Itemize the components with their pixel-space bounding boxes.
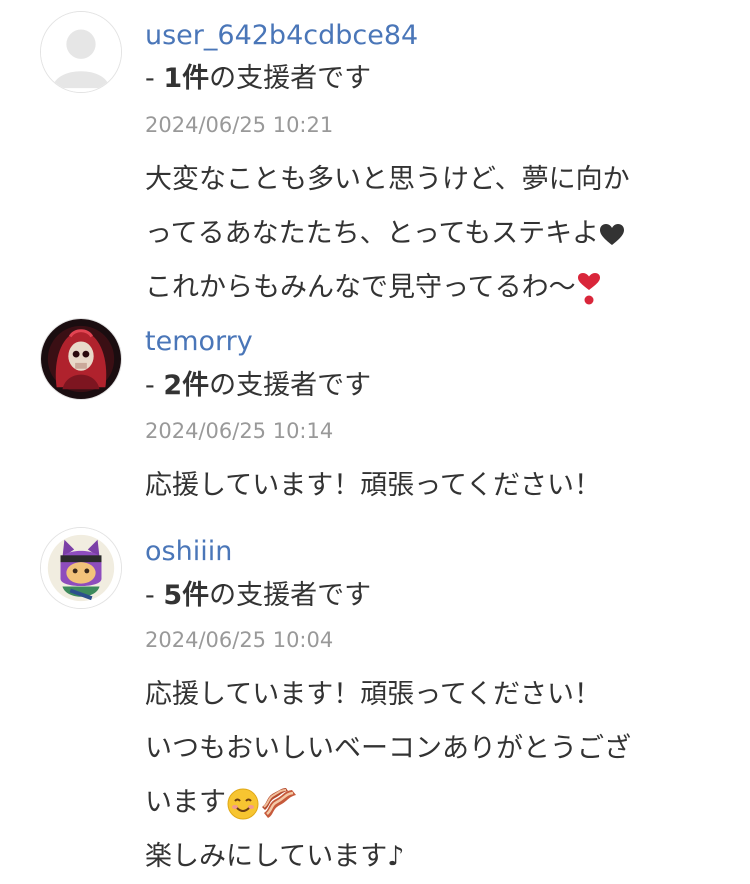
comment-line-text: これからもみんなで見守ってるわ〜	[145, 272, 576, 303]
comment-line: 応援しています！頑張ってください！	[145, 679, 602, 710]
supporter-prefix: -	[145, 63, 164, 94]
comment-body: 応援しています！頑張ってください！ いつもおいしいベーコンありがとうござ います…	[145, 668, 631, 884]
smiling-face-icon	[227, 788, 259, 819]
exclamation-heart-icon	[577, 272, 600, 304]
supporter-prefix: -	[145, 580, 164, 611]
username-link[interactable]: user_642b4cdbce84	[145, 22, 418, 49]
comment-line: 楽しみにしています♪	[145, 841, 405, 872]
supporter-count: 2件	[163, 370, 210, 401]
supporter-suffix: の支援者です	[209, 370, 372, 401]
comment-date: 2024/06/25 10:21	[145, 113, 334, 137]
comment-line: これからもみんなで見守ってるわ〜	[145, 261, 630, 315]
username-link[interactable]: temorry	[145, 328, 253, 355]
default-user-icon	[41, 12, 121, 92]
supporter-count: 1件	[163, 63, 210, 94]
skull-hood-avatar	[41, 319, 121, 399]
comment-line: 応援しています！頑張ってください！	[145, 470, 602, 501]
supporter-suffix: の支援者です	[209, 63, 372, 94]
avatar[interactable]	[40, 318, 122, 400]
ninja-cat-avatar	[41, 528, 121, 608]
supporter-info: - 5件の支援者です	[145, 582, 371, 609]
bacon-icon	[262, 787, 296, 818]
username-link[interactable]: oshiiin	[145, 538, 232, 565]
comment-line-text: います	[145, 787, 226, 818]
comment-line-text: ってるあなたたち、とってもステキよ	[145, 218, 600, 249]
supporter-info: - 2件の支援者です	[145, 372, 371, 399]
supporter-info: - 1件の支援者です	[145, 65, 371, 92]
comment-line: いつもおいしいベーコンありがとうござ	[145, 733, 631, 764]
comment-line: ってるあなたたち、とってもステキよ	[145, 207, 630, 261]
comment-body: 大変なことも多いと思うけど、夢に向か ってるあなたたち、とってもステキよ これか…	[145, 153, 630, 315]
heart-icon	[600, 223, 625, 245]
comment-date: 2024/06/25 10:14	[145, 419, 334, 443]
avatar[interactable]	[40, 527, 122, 609]
comment-line: います	[145, 776, 631, 830]
comment-date: 2024/06/25 10:04	[145, 628, 334, 652]
supporter-prefix: -	[145, 370, 164, 401]
comment-line: 大変なことも多いと思うけど、夢に向か	[145, 164, 630, 195]
supporter-count: 5件	[163, 580, 210, 611]
comment-body: 応援しています！頑張ってください！	[145, 459, 601, 513]
supporter-suffix: の支援者です	[209, 580, 372, 611]
avatar[interactable]	[40, 11, 122, 93]
